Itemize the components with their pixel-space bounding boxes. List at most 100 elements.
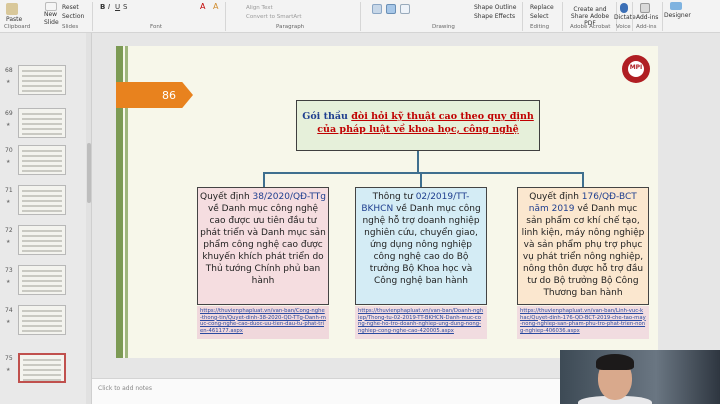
text-highlight-icon[interactable]: A (213, 3, 218, 11)
convert-smartart-button[interactable]: Convert to SmartArt (246, 13, 302, 21)
thumbnail-number: 70 (5, 147, 13, 154)
shape-gallery-icon-2[interactable] (386, 4, 396, 14)
link-circular-02-2019[interactable]: https://thuvienphapluat.vn/van-ban/Doanh… (355, 306, 487, 339)
group-editing: Editing (530, 24, 550, 30)
designer-icon[interactable] (670, 2, 682, 10)
presenter-hair (596, 354, 634, 370)
thumbnail-scrollbar[interactable] (86, 33, 91, 404)
new-slide-icon[interactable] (45, 2, 57, 11)
bold-button[interactable]: B (100, 3, 105, 11)
connector-vertical-main (417, 151, 419, 172)
group-font: Font (150, 24, 162, 30)
thumbnail-line (22, 245, 62, 247)
select-button[interactable]: Select (530, 13, 549, 21)
reset-button[interactable]: Reset (62, 4, 79, 12)
box1-highlight: 38/2020/QĐ-TTg (252, 192, 326, 202)
group-add-ins: Add-ins (636, 24, 657, 30)
font-color-icon[interactable]: A (200, 3, 205, 11)
paste-icon[interactable] (6, 3, 18, 15)
group-adobe-acrobat: Adobe Acrobat (570, 24, 611, 30)
ribbon-group-labels: Clipboard Slides Font Paragraph Drawing … (0, 24, 720, 33)
thumbnail-line (22, 270, 62, 272)
shape-outline-button[interactable]: Shape Outline (474, 4, 516, 12)
thumbnail-line (22, 118, 62, 120)
section-button[interactable]: Section (62, 13, 84, 21)
thumbnail-line (22, 290, 62, 292)
shape-gallery-icon-3[interactable] (400, 4, 410, 14)
thumbnail-line (22, 210, 62, 212)
slide-thumbnails-pane: 68 ★ 69 ★ 70 ★ 71 ★ 72 ★ 73 ★ 74 ★ 75 ★ (0, 33, 92, 404)
thumbnail-number: 75 (5, 355, 13, 362)
box2-prefix: Thông tư (372, 192, 416, 202)
thumbnail-line (22, 128, 62, 130)
thumbnail-line (22, 200, 62, 202)
strike-button[interactable]: S (123, 3, 127, 11)
group-clipboard: Clipboard (4, 24, 31, 30)
add-ins-icon[interactable] (640, 3, 650, 13)
connector-right (582, 172, 584, 187)
thumbnail-line (22, 330, 62, 332)
thumbnail-scroll-thumb[interactable] (87, 143, 91, 203)
add-ins-button[interactable]: Add-ins (636, 14, 658, 22)
thumbnail-number: 71 (5, 187, 13, 194)
transition-star-icon: ★ (6, 159, 11, 165)
shape-gallery-icon[interactable] (372, 4, 382, 14)
transition-star-icon: ★ (6, 239, 11, 245)
slide-thumbnail[interactable] (18, 265, 66, 295)
slide-thumbnail[interactable] (18, 305, 66, 335)
thumbnail-line (22, 230, 62, 232)
replace-button[interactable]: Replace (530, 4, 554, 12)
designer-button[interactable]: Designer (664, 12, 691, 20)
circular-box-02-2019[interactable]: Thông tư 02/2019/TT-BKHCN về Danh mục cô… (355, 187, 487, 305)
webcam-overlay (560, 350, 720, 404)
shape-effects-button[interactable]: Shape Effects (474, 13, 515, 21)
microphone-icon[interactable] (620, 3, 628, 13)
group-slides: Slides (62, 24, 79, 30)
thumbnail-line (22, 315, 62, 317)
align-text-button[interactable]: Align Text (246, 4, 273, 12)
transition-star-icon: ★ (6, 79, 11, 85)
thumbnail-line (22, 240, 62, 242)
thumbnail-line (22, 70, 62, 72)
thumbnail-line (23, 374, 61, 376)
logo-text: MPI (629, 64, 643, 71)
link-decision-38-2020[interactable]: https://thuvienphapluat.vn/van-ban/Cong-… (197, 306, 329, 339)
thumbnail-line (22, 150, 62, 152)
slide-thumbnail[interactable] (18, 225, 66, 255)
thumbnail-line (22, 235, 62, 237)
group-drawing: Drawing (432, 24, 455, 30)
box1-prefix: Quyết định (200, 192, 253, 202)
box3-prefix: Quyết định (529, 192, 582, 202)
box3-text: về Danh mục sản phẩm cơ khí chế tạo, lin… (521, 204, 645, 298)
thumbnail-line (22, 280, 62, 282)
slide-canvas[interactable]: 86 MPI Gói thầu đòi hỏi kỹ thuật cao the… (116, 46, 658, 358)
decision-box-38-2020[interactable]: Quyết định 38/2020/QĐ-TTg về Danh mục cô… (197, 187, 329, 305)
title-line-2: của pháp luật về khoa học, công nghệ (297, 123, 539, 136)
thumbnail-number: 68 (5, 67, 13, 74)
paste-button[interactable]: Paste (6, 16, 22, 24)
box1-text: về Danh mục công nghệ cao được ưu tiên đ… (200, 204, 326, 286)
thumbnail-line (22, 205, 62, 207)
underline-button[interactable]: U (115, 3, 120, 11)
transition-star-icon: ★ (6, 199, 11, 205)
transition-star-icon: ★ (6, 279, 11, 285)
connector-horizontal (263, 172, 583, 174)
decision-box-176-2019[interactable]: Quyết định 176/QĐ-BCT năm 2019 về Danh m… (517, 187, 649, 305)
thumbnail-line (23, 379, 61, 381)
title-box[interactable]: Gói thầu đòi hỏi kỹ thuật cao theo quy đ… (296, 100, 540, 151)
italic-button[interactable]: I (108, 3, 110, 11)
thumbnail-line (22, 165, 62, 167)
slide-thumbnail-selected[interactable] (18, 353, 66, 383)
slide-thumbnail[interactable] (18, 145, 66, 175)
title-part-2: đòi hỏi kỹ thuật cao theo quy định (351, 111, 534, 122)
thumbnail-number: 73 (5, 267, 13, 274)
thumbnail-line (23, 359, 61, 361)
slide-thumbnail[interactable] (18, 185, 66, 215)
thumbnail-number: 74 (5, 307, 13, 314)
thumbnail-line (22, 320, 62, 322)
title-part-3: của pháp luật về khoa học, công nghệ (317, 124, 519, 135)
title-line-1: Gói thầu đòi hỏi kỹ thuật cao theo quy đ… (297, 110, 539, 123)
slide-thumbnail[interactable] (18, 108, 66, 138)
link-decision-176-2019[interactable]: https://thuvienphapluat.vn/van-ban/Linh-… (517, 306, 649, 339)
slide-thumbnail[interactable] (18, 65, 66, 95)
